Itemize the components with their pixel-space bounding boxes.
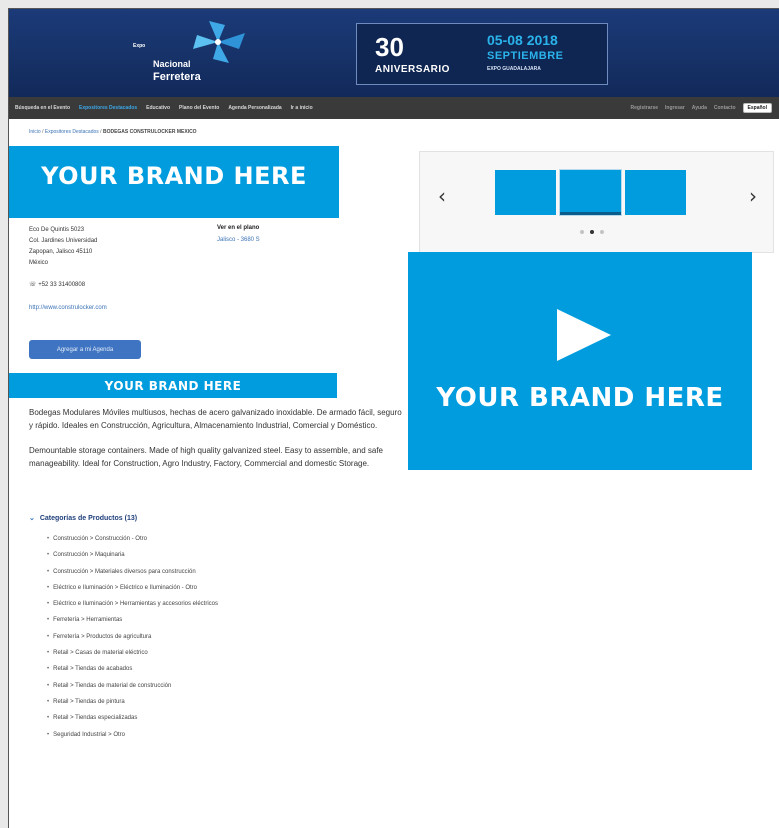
list-item: Construcción > Maquinaria: [47, 547, 218, 563]
banner-number: 30: [375, 32, 404, 62]
site-header: Expo Nacional Ferretera 30 ANIVERSARIO 0…: [9, 9, 779, 97]
phone-number: +52 33 31400808: [38, 282, 86, 288]
list-item: Retail > Tiendas de acabados: [47, 661, 218, 677]
list-item: Seguridad Industrial > Otro: [47, 727, 218, 743]
categories-toggle[interactable]: ⌄ Categorías de Productos (13): [29, 514, 137, 522]
address-line: Col. Jardines Universidad: [29, 238, 98, 244]
map-label: Ver en el plano: [217, 225, 260, 231]
map-link[interactable]: Jalisco - 3680 S: [217, 237, 260, 243]
pinwheel-logo-icon: [193, 21, 245, 63]
banner-aniversario: ANIVERSARIO: [375, 64, 450, 75]
address-line: Zapopan, Jalisco 45110: [29, 249, 93, 255]
gallery-thumbnails: [495, 169, 686, 216]
list-item: Eléctrico e Iluminación > Herramientas y…: [47, 596, 218, 612]
gallery-thumbnail-selected[interactable]: [559, 169, 622, 216]
breadcrumb-home[interactable]: Inicio: [29, 129, 41, 135]
brand-text-top: YOUR BRAND HERE: [41, 162, 307, 190]
nav-item-ayuda[interactable]: Ayuda: [692, 105, 707, 111]
nav-item-ingresar[interactable]: Ingresar: [665, 105, 685, 111]
site-logo[interactable]: Expo Nacional Ferretera: [127, 15, 257, 93]
breadcrumb-current: BODEGAS CONSTRULOCKER MEXICO: [102, 129, 197, 135]
chevron-down-icon: ⌄: [29, 515, 35, 522]
brand-text-mid: YOUR BRAND HERE: [104, 378, 242, 393]
brand-placeholder-mid: YOUR BRAND HERE: [9, 373, 337, 398]
list-item: Construcción > Materiales diversos para …: [47, 564, 218, 580]
list-item: Retail > Tiendas especializadas: [47, 710, 218, 726]
nav-item-contacto[interactable]: Contacto: [714, 105, 736, 111]
logo-text-ferretera: Ferretera: [153, 71, 201, 83]
gallery-thumbnail[interactable]: [625, 170, 686, 215]
nav-right: Registrarse Ingresar Ayuda Contacto Espa…: [631, 97, 772, 119]
gallery-pagination: [580, 230, 604, 234]
list-item: Retail > Casas de material eléctrico: [47, 645, 218, 661]
video-player[interactable]: YOUR BRAND HERE: [408, 252, 752, 470]
banner-venue: EXPO GUADALAJARA: [487, 66, 541, 72]
breadcrumb: Inicio / Expositores Destacados / BODEGA…: [29, 129, 197, 135]
banner-dates: 05-08 2018: [487, 32, 558, 48]
description-spanish: Bodegas Modulares Móviles multiusos, hec…: [29, 408, 402, 430]
address-line: Eco De Quintis 5023: [29, 227, 85, 233]
description-english: Demountable storage containers. Made of …: [29, 446, 383, 468]
chevron-right-icon[interactable]: ›: [749, 184, 757, 208]
nav-item-inicio[interactable]: Ir a inicio: [291, 105, 313, 111]
nav-item-expositores[interactable]: Expositores Destacados: [79, 105, 137, 111]
nav-item-busqueda[interactable]: Búsqueda en el Evento: [15, 105, 70, 111]
phone-icon: ☏: [29, 282, 37, 288]
address-line: México: [29, 260, 49, 266]
categories-list: Construcción > Construcción - Otro Const…: [47, 531, 218, 743]
banner-month: SEPTIEMBRE: [487, 50, 564, 62]
list-item: Ferretería > Productos de agricultura: [47, 629, 218, 645]
chevron-left-icon[interactable]: ‹: [438, 184, 446, 208]
language-select[interactable]: Español: [742, 103, 772, 113]
contact-address: Eco De Quintis 5023 Col. Jardines Univer…: [29, 225, 97, 269]
add-to-agenda-button[interactable]: Agregar a mi Agenda: [29, 340, 141, 359]
nav-item-registrarse[interactable]: Registrarse: [631, 105, 659, 111]
logo-text-nacional: Nacional: [153, 59, 191, 69]
contact-phone: ☏ +52 33 31400808: [29, 281, 85, 288]
main-nav: Búsqueda en el Evento Expositores Destac…: [9, 97, 779, 119]
gallery-thumbnail[interactable]: [495, 170, 556, 215]
nav-left: Búsqueda en el Evento Expositores Destac…: [15, 97, 313, 119]
exhibitor-description: Bodegas Modulares Móviles multiusos, hec…: [29, 406, 404, 482]
nav-item-educativo[interactable]: Educativo: [146, 105, 170, 111]
play-icon[interactable]: [557, 309, 611, 361]
list-item: Eléctrico e Iluminación > Eléctrico e Il…: [47, 580, 218, 596]
website-link[interactable]: http://www.construlocker.com: [29, 305, 107, 311]
pagination-dot[interactable]: [600, 230, 604, 234]
brand-text-video: YOUR BRAND HERE: [436, 383, 724, 413]
list-item: Retail > Tiendas de material de construc…: [47, 678, 218, 694]
image-gallery: ‹ ›: [419, 151, 774, 253]
anniversary-banner[interactable]: 30 ANIVERSARIO 05-08 2018 SEPTIEMBRE EXP…: [356, 23, 608, 85]
list-item: Construcción > Construcción - Otro: [47, 531, 218, 547]
logo-text-expo: Expo: [133, 43, 146, 49]
brand-placeholder-top: YOUR BRAND HERE: [9, 146, 339, 218]
nav-item-plano[interactable]: Plano del Evento: [179, 105, 219, 111]
nav-item-agenda[interactable]: Agenda Personalizada: [228, 105, 281, 111]
list-item: Retail > Tiendas de pintura: [47, 694, 218, 710]
breadcrumb-section[interactable]: Expositores Destacados: [45, 129, 99, 135]
categories-heading: Categorías de Productos (13): [39, 515, 138, 522]
pagination-dot-active[interactable]: [590, 230, 594, 234]
page-frame: Expo Nacional Ferretera 30 ANIVERSARIO 0…: [8, 8, 779, 828]
list-item: Ferretería > Herramientas: [47, 612, 218, 628]
pagination-dot[interactable]: [580, 230, 584, 234]
